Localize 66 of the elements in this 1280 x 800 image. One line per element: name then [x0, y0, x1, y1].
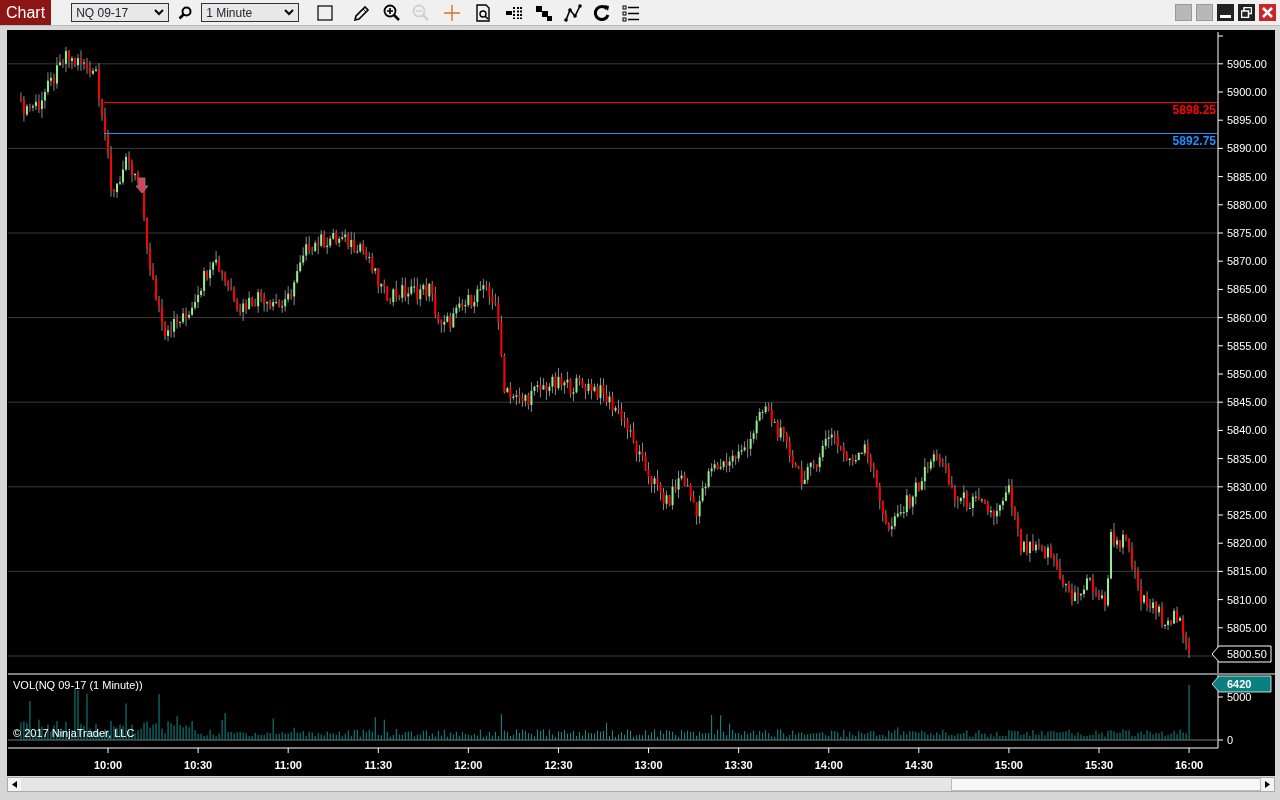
volume-axis-label: 0 — [1227, 734, 1234, 746]
scroll-left-button[interactable] — [8, 778, 21, 791]
last-volume-tag: 6420 — [1211, 675, 1272, 693]
volume-axis-label: 5000 — [1227, 691, 1252, 703]
interval-dropdown[interactable]: 1 Minute — [201, 3, 300, 22]
indicator-title: VOL(NQ 09-17 (1 Minute)) — [13, 679, 143, 691]
price-axis-label: 5845.00 — [1227, 396, 1267, 409]
price-axis-label: 5840.00 — [1227, 424, 1267, 437]
time-axis-label: 13:00 — [634, 759, 663, 771]
time-axis-label: 16:00 — [1175, 759, 1204, 771]
price-axis-label: 5815.00 — [1227, 565, 1267, 578]
price-axis-label: 5860.00 — [1227, 311, 1267, 324]
time-axis-label: 15:30 — [1084, 759, 1114, 771]
time-axis-label: 12:00 — [454, 759, 483, 771]
price-axis-label: 5835.00 — [1227, 452, 1267, 465]
list-icon — [621, 2, 642, 23]
price-axis-label: 5870.00 — [1227, 255, 1267, 268]
crosshair-icon — [442, 2, 463, 23]
price-axis-label: 5885.00 — [1227, 170, 1267, 183]
scroll-right-button[interactable] — [1261, 778, 1274, 791]
search-icon — [178, 5, 193, 20]
time-axis-label: 14:30 — [904, 759, 933, 771]
price-axis-label: 5880.00 — [1227, 198, 1267, 211]
price-axis-label: 5820.00 — [1227, 537, 1267, 550]
time-axis-label: 11:30 — [364, 759, 393, 771]
caret-icon — [284, 9, 295, 16]
restore-button[interactable] — [1238, 4, 1255, 21]
window-title: Chart — [0, 0, 52, 25]
time-axis-label: 14:00 — [814, 759, 843, 771]
time-axis-label: 12:30 — [544, 759, 573, 771]
price-axis-label: 5900.00 — [1227, 86, 1267, 98]
left-arrow-icon — [12, 781, 17, 788]
price-axis-label: 5890.00 — [1227, 142, 1267, 155]
price-axis-label: 5865.00 — [1227, 283, 1267, 296]
horizontal-scrollbar[interactable] — [7, 777, 1275, 792]
last-price-tag: 5800.50 — [1211, 645, 1272, 663]
minimize-button[interactable] — [1217, 4, 1234, 21]
price-axis-label: 5875.00 — [1227, 227, 1267, 239]
price-axis-label: 5825.00 — [1227, 509, 1267, 521]
price-level-label: 5898.25 — [1172, 102, 1216, 117]
minimize-icon — [1220, 15, 1231, 18]
line-nodes-icon — [563, 2, 584, 23]
close-icon — [1262, 7, 1273, 18]
price-axis-label: 5895.00 — [1227, 114, 1267, 127]
time-axis-label: 13:30 — [724, 759, 753, 771]
scrollbar-thumb[interactable] — [951, 778, 1261, 791]
price-axis-label: 5805.00 — [1227, 621, 1267, 634]
price-level-label: 5892.75 — [1172, 133, 1216, 148]
down-arrow-icon — [135, 177, 149, 194]
caret-icon — [154, 9, 165, 16]
copyright-text: © 2017 NinjaTrader, LLC — [13, 727, 135, 739]
line-nodes-button[interactable] — [562, 1, 585, 24]
price-axis-label: 5810.00 — [1227, 593, 1267, 606]
price-axis-label: 5850.00 — [1227, 368, 1267, 380]
price-axis-label: 5855.00 — [1227, 339, 1267, 352]
time-axis-label: 11:00 — [274, 759, 302, 771]
time-axis-label: 10:30 — [184, 759, 213, 771]
instrument-dropdown[interactable]: NQ 09-17 — [71, 3, 170, 22]
close-button[interactable] — [1259, 4, 1276, 21]
price-axis-label: 5830.00 — [1227, 480, 1267, 493]
time-axis-label: 15:00 — [994, 759, 1023, 771]
right-arrow-icon — [1265, 781, 1270, 788]
price-axis-label: 5905.00 — [1227, 57, 1267, 70]
select-box-icon — [315, 2, 336, 23]
restore-icon — [1241, 7, 1252, 18]
time-axis-label: 10:00 — [93, 759, 123, 771]
